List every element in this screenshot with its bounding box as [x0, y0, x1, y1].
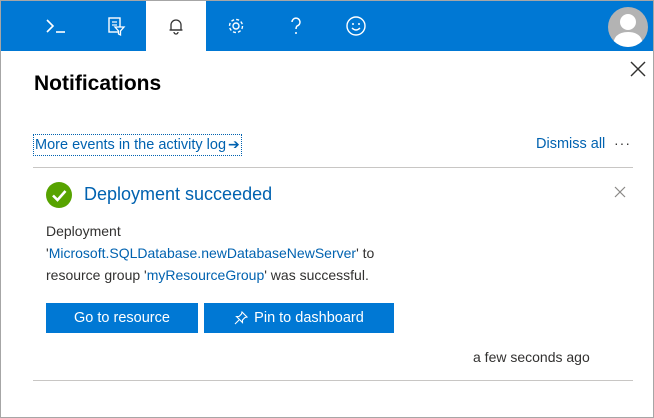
go-to-resource-button[interactable]: Go to resource	[46, 303, 198, 333]
pin-to-dashboard-label: Pin to dashboard	[254, 310, 364, 326]
footer-divider	[33, 380, 633, 381]
user-avatar-icon	[613, 14, 643, 47]
activity-log-link[interactable]: More events in the activity log ➔	[33, 134, 242, 156]
notifications-button[interactable]	[146, 1, 206, 51]
activity-log-link-label: More events in the activity log	[35, 137, 227, 153]
top-toolbar	[1, 1, 653, 51]
smiley-icon	[346, 16, 366, 36]
go-to-resource-label: Go to resource	[74, 310, 170, 326]
message-line-3: resource group 'myResourceGroup' was suc…	[46, 267, 369, 283]
question-icon	[291, 17, 301, 34]
terminal-icon	[46, 19, 65, 33]
message-line-2: 'Microsoft.SQLDatabase.newDatabaseNewSer…	[46, 245, 375, 261]
message-line-1: Deployment	[46, 223, 121, 239]
success-check-icon	[46, 182, 72, 208]
notifications-window: Notifications More events in the activit…	[0, 0, 654, 418]
help-button[interactable]	[266, 1, 326, 51]
notification-message: Deployment 'Microsoft.SQLDatabase.newDat…	[46, 220, 446, 286]
resource-group-link[interactable]: myResourceGroup	[147, 267, 265, 283]
filter-icon	[108, 17, 126, 37]
notification-title[interactable]: Deployment succeeded	[84, 184, 272, 205]
feedback-button[interactable]	[326, 1, 386, 51]
close-icon	[630, 61, 646, 77]
header-divider	[33, 167, 633, 168]
bell-icon	[169, 19, 183, 35]
deployment-name-link[interactable]: Microsoft.SQLDatabase.newDatabaseNewServ…	[49, 245, 356, 261]
close-panel-button[interactable]	[628, 59, 648, 79]
gear-icon	[228, 18, 244, 34]
arrow-right-icon: ➔	[228, 136, 240, 152]
close-icon	[614, 186, 626, 198]
dismiss-notification-button[interactable]	[613, 185, 627, 199]
notification-timestamp: a few seconds ago	[473, 349, 590, 365]
settings-button[interactable]	[206, 1, 266, 51]
avatar[interactable]	[608, 7, 648, 47]
pin-to-dashboard-button[interactable]: Pin to dashboard	[204, 303, 394, 333]
cloud-shell-button[interactable]	[26, 1, 86, 51]
dismiss-all-button[interactable]: Dismiss all	[536, 136, 605, 152]
directory-filter-button[interactable]	[86, 1, 146, 51]
pin-icon	[234, 311, 249, 325]
more-options-button[interactable]: ···	[614, 135, 631, 151]
panel-title: Notifications	[34, 72, 162, 95]
